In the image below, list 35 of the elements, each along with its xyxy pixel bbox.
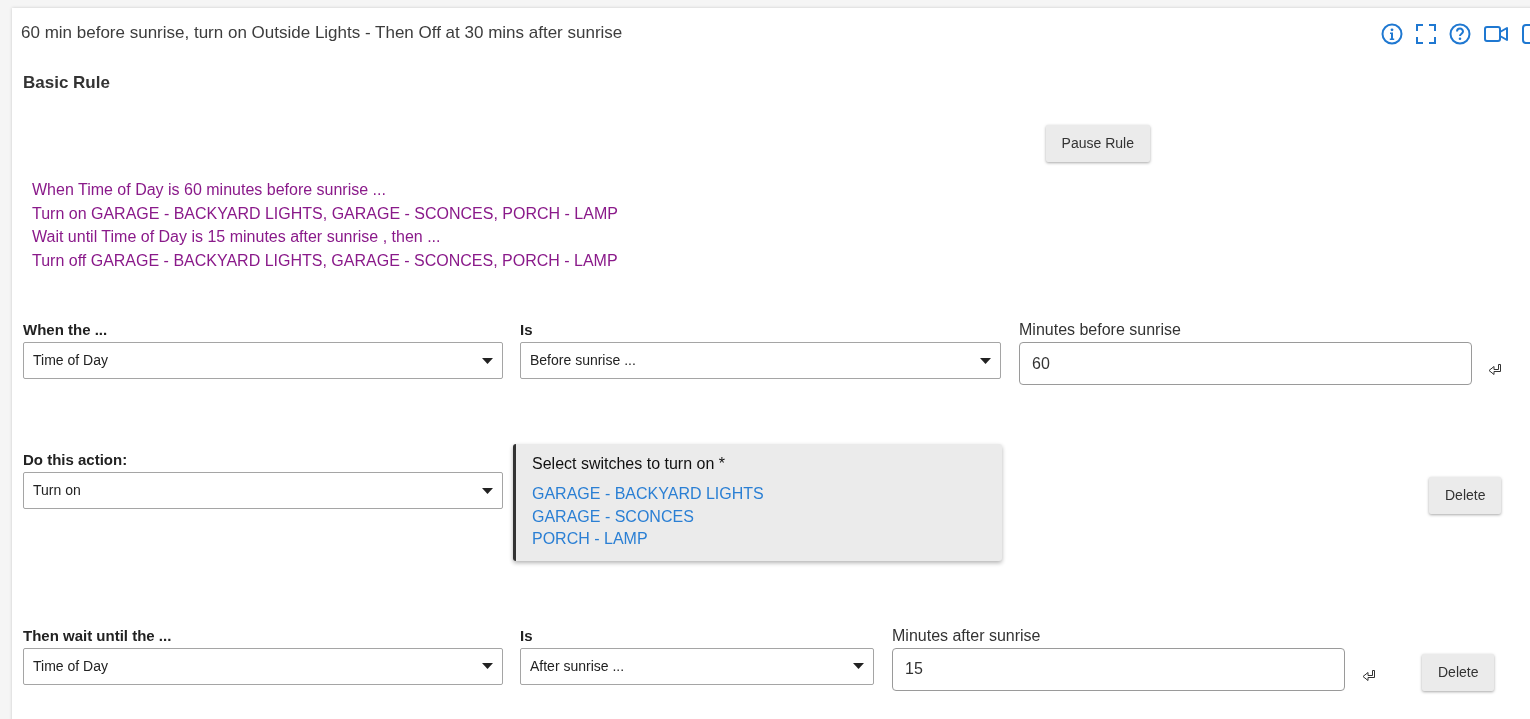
minutes-input[interactable]: 15	[892, 647, 1345, 691]
field-label: Minutes before sunrise	[1019, 321, 1182, 340]
caret-down-icon	[482, 663, 493, 670]
minutes-input[interactable]: 60	[1019, 342, 1472, 386]
rule-summary-line: When Time of Day is 60 minutes before sunrise ...	[32, 180, 387, 200]
delete-button[interactable]: Delete	[1422, 653, 1495, 691]
rule-summary-line: Turn off GARAGE - BACKYARD LIGHTS, GARAGE - SCONCES, PORCH - LAMP	[32, 250, 619, 271]
picker-label: Select switches to turn on *	[532, 454, 726, 475]
field-label: Minutes after sunrise	[892, 626, 1042, 645]
info-icon[interactable]	[1381, 23, 1403, 45]
fullscreen-icon[interactable]	[1416, 24, 1436, 44]
field-label: Is	[520, 321, 534, 340]
field-label: Then wait until the ...	[23, 626, 173, 645]
comparison-dropdown[interactable]: After sunrise ...	[520, 647, 874, 685]
return-icon	[1362, 669, 1376, 682]
caret-down-icon	[482, 487, 493, 494]
pause-rule-button[interactable]: Pause Rule	[1045, 125, 1150, 162]
section-heading: Basic Rule	[23, 73, 111, 93]
delete-button[interactable]: Delete	[1429, 477, 1502, 515]
field-label: Do this action:	[23, 451, 129, 470]
comparison-dropdown[interactable]: Before sunrise ...	[520, 342, 1001, 380]
return-icon	[1488, 364, 1502, 377]
caret-down-icon	[853, 663, 864, 670]
caret-down-icon	[482, 357, 493, 364]
field-label: Is	[520, 626, 534, 645]
rule-title: 60 min before sunrise, turn on Outside Lights - Then Off at 30 mins after sunrise	[21, 23, 623, 43]
subject-dropdown[interactable]: Time of Day	[23, 647, 503, 685]
rule-summary-line: Wait until Time of Day is 15 minutes after sunrise , then ...	[32, 227, 442, 248]
video-camera-icon[interactable]	[1484, 26, 1509, 42]
help-icon[interactable]	[1449, 23, 1471, 45]
caret-down-icon	[980, 357, 991, 364]
subject-dropdown[interactable]: Time of Day	[23, 342, 503, 380]
rule-summary-line: Turn on GARAGE - BACKYARD LIGHTS, GARAGE - SCONCES, PORCH - LAMP	[32, 203, 619, 224]
subject-dropdown[interactable]: Turn on	[23, 472, 503, 510]
field-label: When the ...	[23, 321, 109, 340]
